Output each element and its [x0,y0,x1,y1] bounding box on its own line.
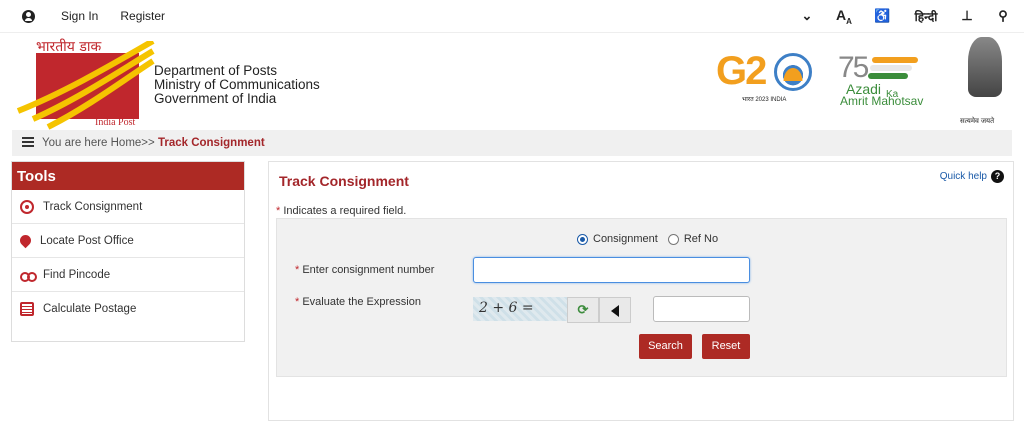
dept-line-3: Government of India [154,91,277,106]
breadcrumb: You are here Home>> Track Consignment [12,130,1012,156]
required-asterisk: * [276,205,281,217]
emblem-motto: सत्यमेव जयते [960,118,995,125]
page-title: Track Consignment [279,173,409,189]
track-consignment-panel: Track Consignment Quick help ? * Indicat… [268,161,1014,421]
expression-label: * Evaluate the Expression [295,296,421,308]
speaker-icon [611,304,619,317]
sign-in-link[interactable]: Sign In [61,9,98,23]
tool-item-locate-post-office[interactable]: Locate Post Office [12,224,244,258]
ref-no-radio[interactable] [667,233,679,245]
search-type-radio-group: Consignment Ref No [577,233,718,245]
tool-item-label: Locate Post Office [40,234,134,247]
tool-item-label: Calculate Postage [43,303,137,315]
breadcrumb-prefix[interactable]: You are here Home>> [42,137,155,149]
required-asterisk: * [295,264,300,276]
reset-button[interactable]: Reset [702,334,750,359]
required-field-note: * Indicates a required field. [276,205,406,217]
user-icon[interactable] [22,9,35,23]
chevron-down-icon[interactable]: ⌄ [800,8,814,24]
dept-line-2: Ministry of Communications [154,77,320,92]
department-name: Department of Posts Ministry of Communic… [154,64,320,106]
tool-item-label: Track Consignment [43,200,143,213]
quick-help-label[interactable]: Quick help [940,171,987,182]
lion-capital-icon [968,37,1002,97]
help-icon[interactable]: ? [991,170,1004,183]
india-post-logo[interactable] [16,41,155,130]
tool-item-label: Find Pincode [43,268,111,281]
search-icon[interactable]: ⚲ [996,8,1010,24]
expression-label-text: Evaluate the Expression [302,296,421,308]
tool-item-calculate-postage[interactable]: Calculate Postage [12,292,244,326]
azadi-ka-amrit-mahotsav-logo: 75 Azadi Ka Amrit Mahotsav [838,51,942,131]
quick-help-link[interactable]: Quick help ? [940,170,1004,183]
hindi-language-link[interactable]: हिन्दी [910,8,942,25]
search-button[interactable]: Search [639,334,692,359]
refresh-captcha-button[interactable]: ⟳ [567,297,599,323]
captcha-answer-input[interactable] [653,296,750,322]
india-post-logo-swoosh [16,41,155,130]
top-bar: Sign In Register ⌄ AA ♿ हिन्दी ⊥ ⚲ [0,0,1024,33]
font-size-icon[interactable]: AA [836,7,852,26]
consignment-radio-label[interactable]: Consignment [593,233,658,245]
tool-item-find-pincode[interactable]: Find Pincode [12,258,244,292]
audio-captcha-button[interactable] [599,297,631,323]
refresh-icon: ⟳ [577,302,589,317]
required-asterisk: * [295,296,300,308]
india-post-english-logo-text: India Post [95,117,136,128]
sitemap-icon[interactable]: ⊥ [960,8,974,24]
captcha-image: 2 + 6 = [473,297,567,321]
site-header: भारतीय डाक India Post Department of Post… [0,33,1024,131]
required-note-text: Indicates a required field. [283,205,407,217]
national-emblem: सत्यमेव जयते [960,37,1010,125]
tool-item-track-consignment[interactable]: Track Consignment [12,190,244,224]
consignment-number-input[interactable] [473,257,750,283]
consignment-number-label-text: Enter consignment number [302,264,435,276]
consignment-number-label: * Enter consignment number [295,264,434,276]
tracking-form: Consignment Ref No * Enter consignment n… [276,218,1007,377]
map-pin-icon [17,232,34,249]
g20-subtext: भारत 2023 INDIA [742,97,787,103]
tools-heading: Tools [12,162,244,190]
target-icon [20,199,34,214]
tools-sidebar: Tools Track Consignment Locate Post Offi… [11,161,245,342]
lotus-icon [780,63,806,81]
consignment-radio[interactable] [577,233,588,245]
binoculars-icon [20,268,37,282]
amrit-mahotsav-text: Amrit Mahotsav [840,94,924,108]
g20-logo: G2 भारत 2023 INDIA [716,49,816,109]
hamburger-menu-icon[interactable] [22,137,34,147]
register-link[interactable]: Register [120,9,165,23]
accessibility-icon[interactable]: ♿ [874,8,890,24]
breadcrumb-current: Track Consignment [157,137,265,149]
calculator-icon [20,302,34,316]
ref-no-radio-label[interactable]: Ref No [684,233,718,245]
tricolor-flag-icon [868,57,918,79]
dept-line-1: Department of Posts [154,63,278,78]
